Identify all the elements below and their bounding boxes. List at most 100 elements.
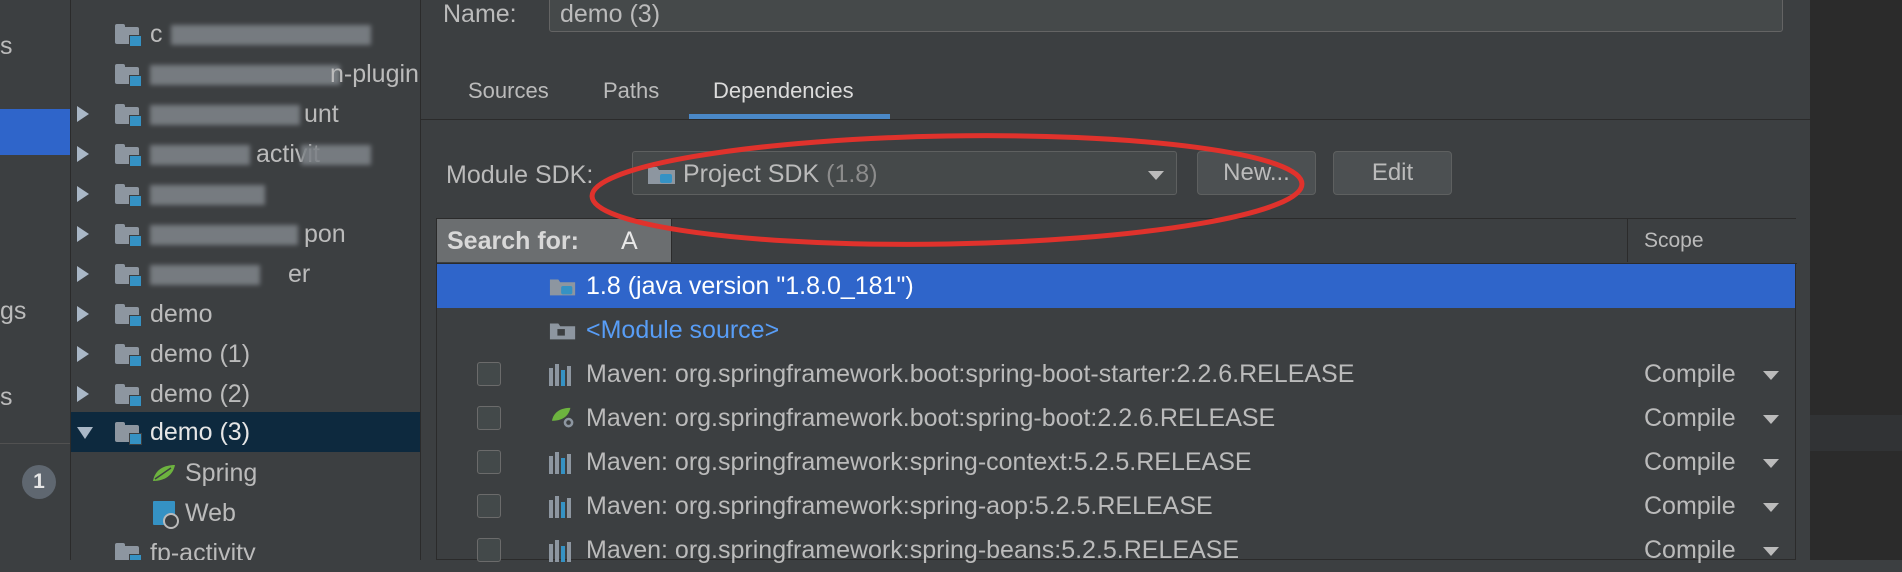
tree-item-fp-activity[interactable]: fp-activity bbox=[71, 533, 420, 560]
module-folder-icon bbox=[115, 104, 142, 127]
scope-value[interactable]: Compile bbox=[1644, 360, 1736, 389]
tree-item-demo-1[interactable]: demo (1) bbox=[71, 334, 420, 374]
expand-arrow-icon[interactable] bbox=[77, 226, 89, 242]
module-folder-icon bbox=[115, 144, 142, 167]
tree-item-demo-2[interactable]: demo (2) bbox=[71, 374, 420, 414]
dependency-name: Maven: org.springframework:spring-contex… bbox=[586, 448, 1252, 476]
dependency-name: Maven: org.springframework.boot:spring-b… bbox=[586, 360, 1355, 388]
tree-item-label: demo bbox=[150, 300, 213, 328]
redacted-text bbox=[171, 25, 371, 45]
tree-item-label: unt bbox=[304, 100, 339, 128]
expand-arrow-icon[interactable] bbox=[77, 106, 89, 122]
scope-value[interactable]: Compile bbox=[1644, 448, 1736, 477]
module-folder-icon bbox=[115, 264, 142, 287]
collapse-arrow-icon[interactable] bbox=[77, 427, 93, 439]
sdk-selected-value: Project SDK (1.8) bbox=[683, 160, 878, 188]
tree-item[interactable]: n-plugin-s bbox=[71, 54, 420, 94]
problems-count-badge[interactable]: 1 bbox=[22, 465, 56, 499]
expand-arrow-icon[interactable] bbox=[77, 186, 89, 202]
redacted-text bbox=[150, 225, 298, 245]
tree-item-label: n-plugin-s bbox=[330, 60, 420, 88]
scope-column-header[interactable]: Scope bbox=[1644, 229, 1704, 253]
export-checkbox[interactable] bbox=[477, 362, 501, 386]
tree-item[interactable]: unt bbox=[71, 94, 420, 134]
search-label: Search for: bbox=[447, 227, 579, 255]
chevron-down-icon[interactable] bbox=[1763, 459, 1779, 468]
tree-item[interactable] bbox=[71, 174, 420, 214]
redacted-text bbox=[150, 185, 265, 205]
tree-item[interactable]: activit bbox=[71, 134, 420, 174]
module-name-input[interactable]: demo (3) bbox=[549, 0, 1783, 32]
expand-arrow-icon[interactable] bbox=[77, 386, 89, 402]
editor-gutter-strip bbox=[1810, 415, 1902, 451]
chevron-down-icon[interactable] bbox=[1763, 371, 1779, 380]
tab-sources[interactable]: Sources bbox=[468, 78, 549, 104]
export-checkbox[interactable] bbox=[477, 494, 501, 518]
divider bbox=[421, 119, 1810, 120]
table-row[interactable]: 1.8 (java version "1.8.0_181") bbox=[437, 264, 1795, 308]
speed-search-popup[interactable]: Search for: A bbox=[437, 219, 672, 262]
tree-item-label: demo (1) bbox=[150, 340, 251, 368]
export-checkbox[interactable] bbox=[477, 406, 501, 430]
table-row[interactable]: Maven: org.springframework.boot:spring-b… bbox=[437, 352, 1795, 396]
dependencies-table: Search for: A Scope 1.8 (java version "1… bbox=[436, 218, 1797, 564]
tree-item-demo-3[interactable]: demo (3) bbox=[71, 412, 420, 452]
chevron-down-icon[interactable] bbox=[1763, 415, 1779, 424]
scope-value[interactable]: Compile bbox=[1644, 404, 1736, 433]
library-icon bbox=[549, 362, 577, 386]
export-checkbox[interactable] bbox=[477, 450, 501, 474]
module-folder-icon bbox=[115, 184, 142, 207]
library-icon bbox=[549, 450, 577, 474]
truncated-label: s bbox=[0, 383, 13, 411]
chevron-down-icon[interactable] bbox=[1763, 547, 1779, 556]
tree-item-web[interactable]: Web bbox=[71, 493, 420, 533]
spring-boot-icon bbox=[551, 407, 575, 429]
module-folder-icon bbox=[115, 384, 142, 407]
tree-item-label: Web bbox=[185, 499, 236, 527]
redacted-text bbox=[150, 265, 260, 285]
name-label: Name: bbox=[443, 0, 517, 28]
library-icon bbox=[549, 494, 577, 518]
module-folder-icon bbox=[115, 543, 142, 560]
web-facet-icon bbox=[153, 501, 179, 529]
expand-arrow-icon[interactable] bbox=[77, 146, 89, 162]
module-sdk-dropdown[interactable]: Project SDK (1.8) bbox=[632, 151, 1177, 195]
dependency-name: Maven: org.springframework.boot:spring-b… bbox=[586, 404, 1276, 432]
tree-item-label: er bbox=[288, 260, 311, 288]
scope-value[interactable]: Compile bbox=[1644, 492, 1736, 521]
tree-item[interactable]: er bbox=[71, 254, 420, 294]
expand-arrow-icon[interactable] bbox=[77, 266, 89, 282]
dependency-name: 1.8 (java version "1.8.0_181") bbox=[586, 272, 914, 300]
table-row[interactable]: <Module source> bbox=[437, 308, 1795, 352]
tree-item-spring[interactable]: Spring bbox=[71, 453, 420, 493]
tab-dependencies[interactable]: Dependencies bbox=[713, 78, 854, 104]
scope-value[interactable]: Compile bbox=[1644, 536, 1736, 565]
module-folder-icon bbox=[115, 304, 142, 327]
tree-item[interactable]: c bbox=[71, 14, 420, 54]
tree-item[interactable]: pon bbox=[71, 214, 420, 254]
selected-nav-item[interactable] bbox=[0, 109, 70, 155]
table-row[interactable]: Maven: org.springframework:spring-beans:… bbox=[437, 528, 1795, 572]
edit-sdk-button[interactable]: Edit bbox=[1333, 151, 1452, 195]
redacted-text bbox=[150, 145, 250, 165]
chevron-down-icon[interactable] bbox=[1763, 503, 1779, 512]
library-icon bbox=[549, 538, 577, 562]
module-sdk-label: Module SDK: bbox=[446, 161, 594, 189]
expand-arrow-icon[interactable] bbox=[77, 346, 89, 362]
truncated-label: gs bbox=[0, 297, 27, 325]
module-folder-icon bbox=[115, 64, 142, 87]
table-row[interactable]: Maven: org.springframework:spring-contex… bbox=[437, 440, 1795, 484]
spring-leaf-icon bbox=[153, 465, 175, 481]
module-folder-icon bbox=[115, 224, 142, 247]
tab-paths[interactable]: Paths bbox=[603, 78, 659, 104]
new-sdk-button[interactable]: New... bbox=[1197, 151, 1316, 195]
tree-item-demo[interactable]: demo bbox=[71, 294, 420, 334]
module-folder-icon bbox=[115, 24, 142, 47]
expand-arrow-icon[interactable] bbox=[77, 306, 89, 322]
table-row[interactable]: Maven: org.springframework.boot:spring-b… bbox=[437, 396, 1795, 440]
dependency-name: <Module source> bbox=[586, 316, 780, 344]
table-row[interactable]: Maven: org.springframework:spring-aop:5.… bbox=[437, 484, 1795, 528]
export-checkbox[interactable] bbox=[477, 538, 501, 562]
jdk-folder-icon bbox=[549, 279, 576, 296]
column-divider bbox=[1627, 219, 1628, 262]
